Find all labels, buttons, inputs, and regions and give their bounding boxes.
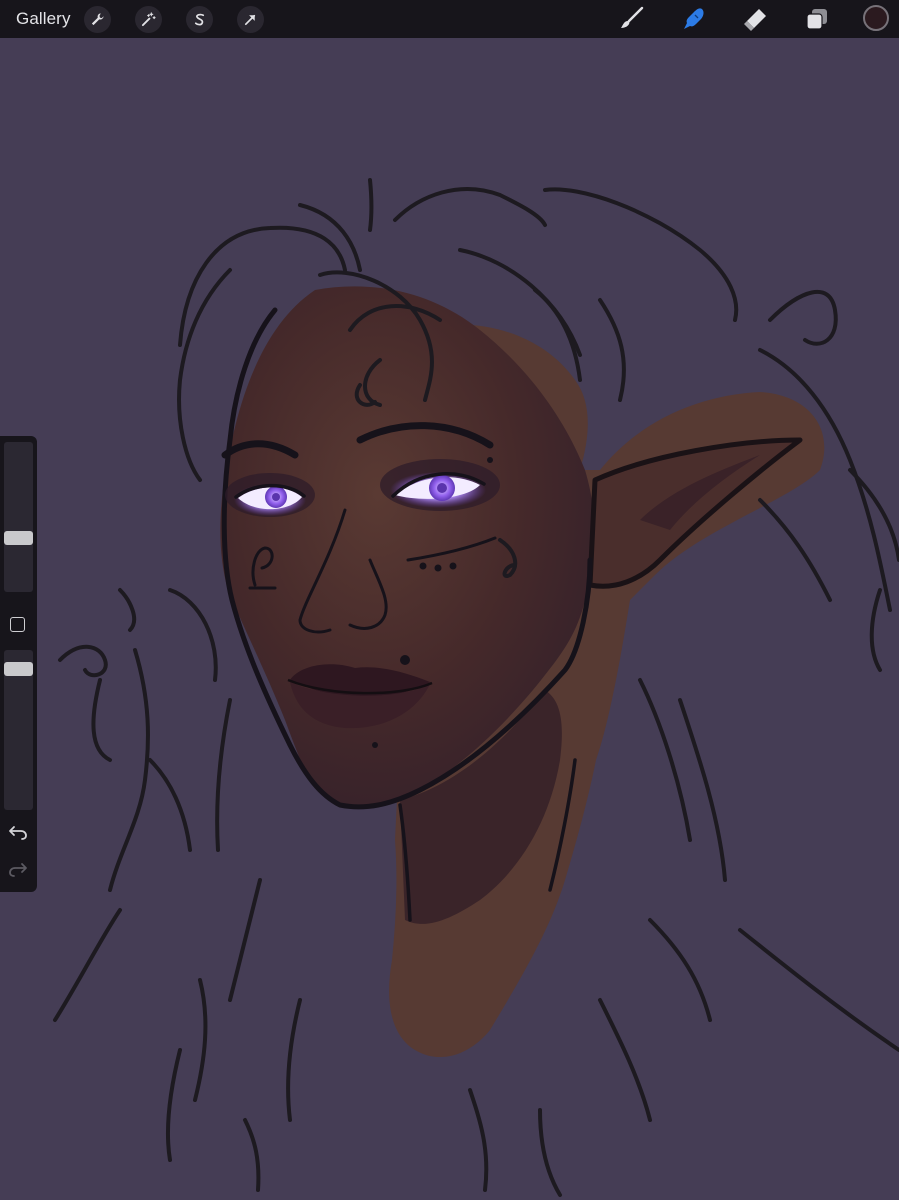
tattoo-dot <box>434 564 442 572</box>
eraser-icon <box>744 9 766 31</box>
tattoo-dot <box>449 562 457 570</box>
eraser-button[interactable] <box>740 5 770 33</box>
left-eye <box>234 483 306 516</box>
smudge-icon <box>684 8 704 29</box>
actions-button[interactable] <box>84 6 111 33</box>
chin-dot <box>372 742 378 748</box>
side-toolbar <box>0 436 37 892</box>
transform-arrow-icon <box>244 14 256 26</box>
layers-icon <box>806 9 827 30</box>
color-picker-button[interactable] <box>863 5 889 31</box>
magic-wand-icon <box>141 12 156 27</box>
drawing-canvas[interactable] <box>0 38 899 1200</box>
tattoo-dot <box>419 562 427 570</box>
opacity-handle[interactable] <box>4 662 33 676</box>
gallery-button[interactable]: Gallery <box>16 9 71 29</box>
modify-button[interactable] <box>10 617 25 632</box>
brush-button[interactable] <box>616 5 646 33</box>
transform-button[interactable] <box>237 6 264 33</box>
temple-dot <box>487 457 493 463</box>
wrench-icon <box>91 13 104 26</box>
selection-icon <box>194 13 205 26</box>
brush-icon <box>621 6 644 28</box>
mole <box>400 655 410 665</box>
top-toolbar: Gallery <box>0 0 899 38</box>
brush-size-slider[interactable] <box>4 442 33 592</box>
right-eye <box>390 472 486 508</box>
adjustments-button[interactable] <box>135 6 162 33</box>
undo-icon[interactable] <box>7 821 29 843</box>
redo-icon[interactable] <box>7 858 29 880</box>
brush-size-handle[interactable] <box>4 531 33 545</box>
smudge-button[interactable] <box>678 5 708 33</box>
selection-button[interactable] <box>186 6 213 33</box>
layers-button[interactable] <box>802 5 832 33</box>
